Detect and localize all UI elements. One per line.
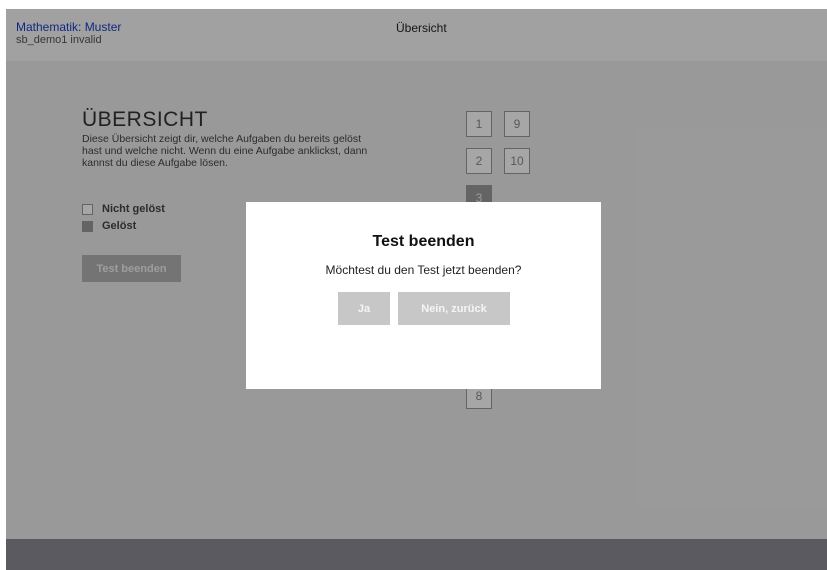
confirm-yes-button[interactable]: Ja — [338, 292, 390, 325]
dialog-title: Test beenden — [372, 233, 475, 250]
dialog-message: Möchtest du den Test jetzt beenden? — [325, 263, 522, 277]
end-test-dialog: Test beenden Möchtest du den Test jetzt … — [246, 202, 601, 389]
cancel-back-button[interactable]: Nein, zurück — [398, 292, 510, 325]
